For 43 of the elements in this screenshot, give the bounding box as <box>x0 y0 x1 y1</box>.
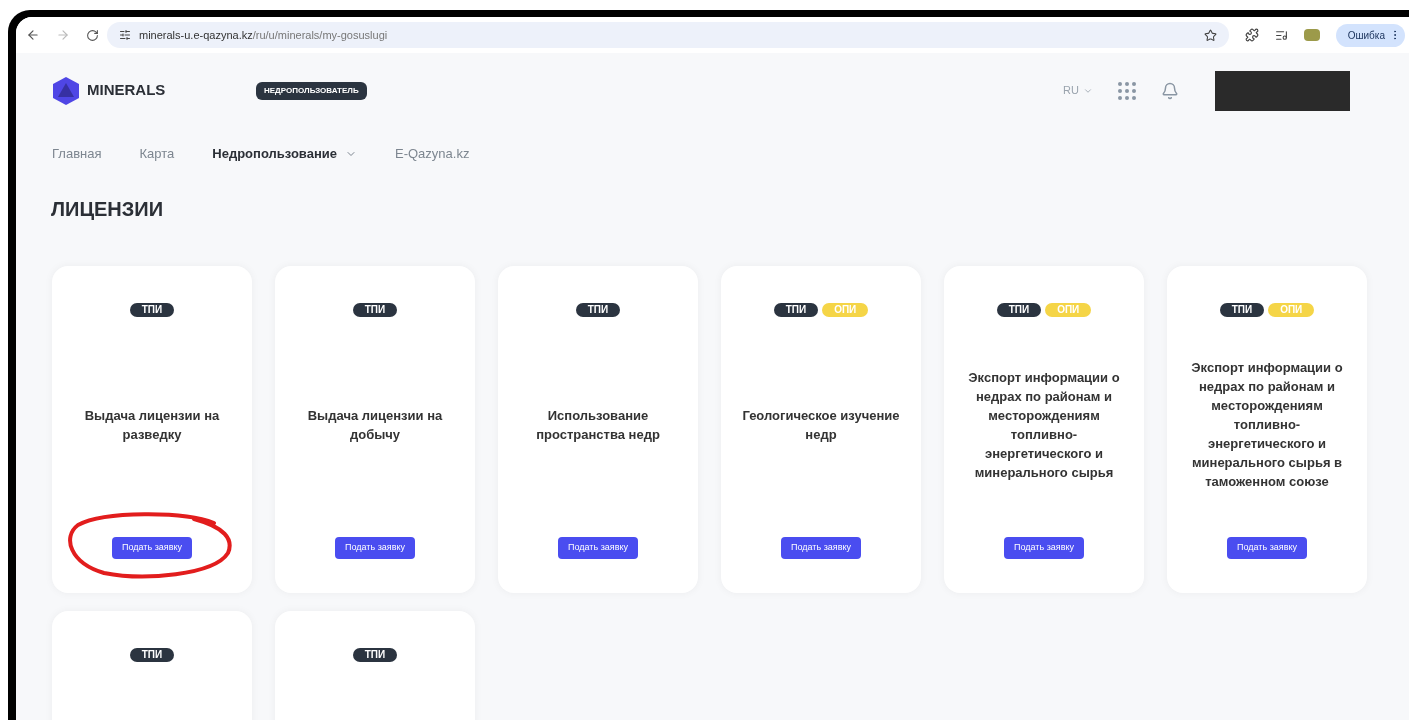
page-title: ЛИЦЕНЗИИ <box>51 196 165 222</box>
profile-button[interactable]: Ошибка <box>1335 23 1405 47</box>
notifications-bell-icon[interactable] <box>1161 81 1179 100</box>
category-tag: ОПИ <box>1045 302 1092 317</box>
submit-request-button[interactable]: Подать заявку <box>558 537 638 559</box>
category-tag: ТПИ <box>352 647 398 662</box>
nav-link[interactable]: Главная <box>52 144 102 164</box>
media-icon[interactable] <box>1274 28 1288 42</box>
submit-request-button[interactable]: Подать заявку <box>781 537 861 559</box>
bookmark-star-icon[interactable] <box>1203 28 1217 42</box>
service-title: Экспорт информации о недрах по районам и месторождениям топливно-энергетического и минерального сырья в таможенном союзе <box>1190 359 1344 492</box>
apps-grid-icon[interactable] <box>1117 80 1137 101</box>
submit-request-button[interactable]: Подать заявку <box>112 537 192 559</box>
nav-link[interactable]: E-Qazyna.kz <box>394 144 470 164</box>
service-title: Геологическое изучение недр <box>741 406 901 444</box>
category-tag: ТПИ <box>352 302 398 317</box>
submit-request-button[interactable]: Подать заявку <box>1227 537 1307 559</box>
service-title: Выдача лицензии на добычу <box>306 406 444 444</box>
extensions-icon[interactable] <box>1244 28 1259 42</box>
nav-link[interactable]: Недропользование <box>212 144 357 164</box>
address-bar[interactable]: minerals-u.e-qazyna.kz/ru/u/minerals/my-gosuslugi <box>107 22 1229 48</box>
category-tag: ОПИ <box>822 302 869 317</box>
category-tag: ОПИ <box>1268 302 1315 317</box>
service-title: Использование пространства недр <box>535 406 661 444</box>
category-tag: ТПИ <box>773 302 819 317</box>
reload-icon[interactable] <box>86 28 99 42</box>
site-settings-icon[interactable] <box>119 29 131 41</box>
category-tag: ТПИ <box>129 647 175 662</box>
category-tag: ТПИ <box>575 302 621 317</box>
service-title: Выдача лицензии на разведку <box>83 406 221 444</box>
category-tag: ТПИ <box>129 302 175 317</box>
category-tag: ТПИ <box>1219 302 1265 317</box>
back-icon[interactable] <box>26 28 40 42</box>
url-text: minerals-u.e-qazyna.kz/ru/u/minerals/my-gosuslugi <box>139 27 389 43</box>
extension-icon[interactable] <box>1303 29 1320 41</box>
submit-request-button[interactable]: Подать заявку <box>1004 537 1084 559</box>
category-tag: ТПИ <box>996 302 1042 317</box>
logo-hexagon-icon <box>53 76 79 105</box>
submit-request-button[interactable]: Подать заявку <box>335 537 415 559</box>
role-badge: НЕДРОПОЛЬЗОВАТЕЛЬ <box>256 81 367 100</box>
nav-link[interactable]: Карта <box>139 144 175 164</box>
service-title: Экспорт информации о недрах по районам и месторождениям топливно-энергетического и минерального сырья <box>967 368 1121 482</box>
logo-text: MINERALS <box>87 80 166 101</box>
